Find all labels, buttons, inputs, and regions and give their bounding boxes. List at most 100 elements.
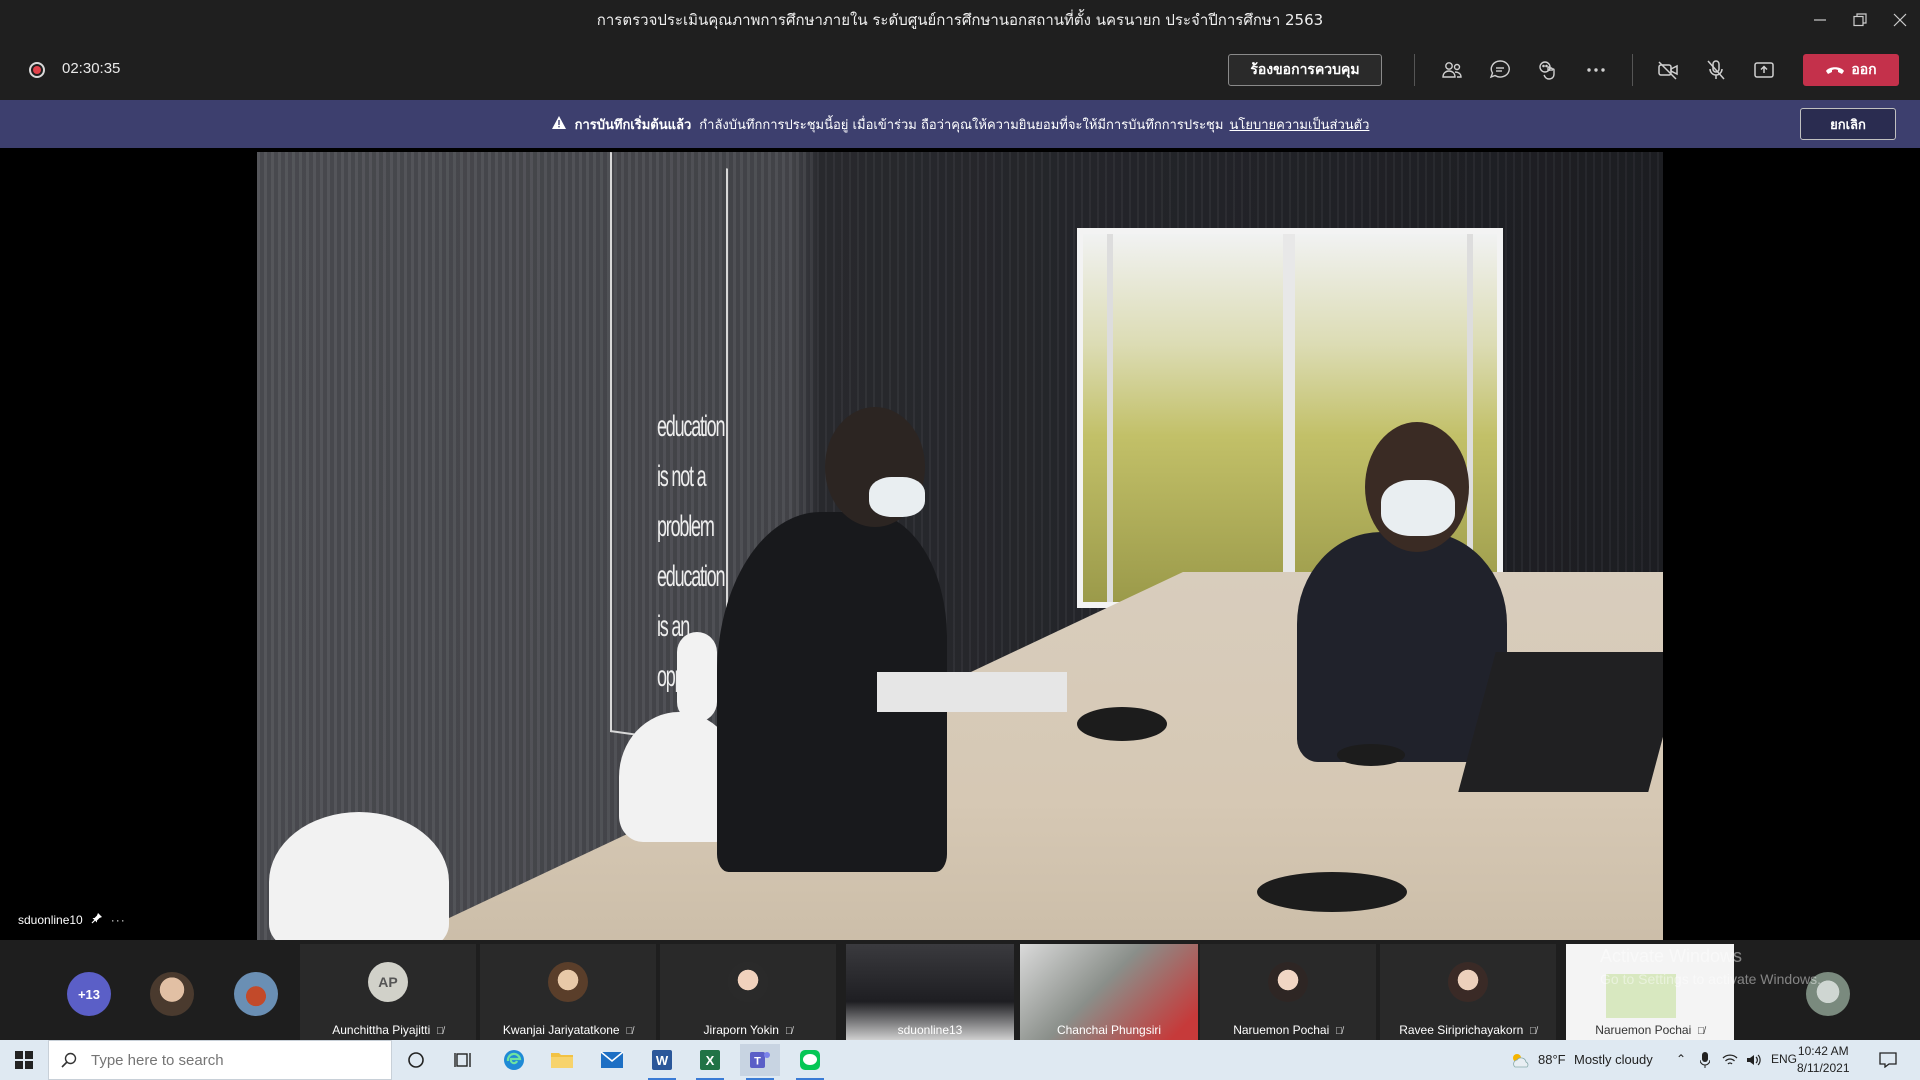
search-input[interactable] [89,1050,373,1070]
participant-name: Aunchittha Piyajitti [332,1023,431,1037]
weather-temp[interactable]: 88°F [1538,1052,1566,1067]
more-icon [1587,68,1605,72]
main-video-feed[interactable]: education is not a problem education is … [257,152,1663,942]
word-icon: W [652,1050,672,1070]
task-view-button[interactable] [444,1044,484,1076]
participant-name: sduonline13 [897,1023,963,1037]
taskbar-edge[interactable] [494,1044,534,1076]
close-button[interactable] [1880,0,1920,40]
chair [269,812,449,942]
folder-icon [551,1053,573,1068]
more-options-icon[interactable]: ··· [111,913,126,927]
show-hidden-icons-chevron-icon[interactable]: ⌃ [1676,1052,1686,1066]
privacy-policy-link[interactable]: นโยบายความเป็นส่วนตัว [1229,114,1369,135]
taskbar-word[interactable]: W [642,1044,682,1080]
clock-time: 10:42 AM [1797,1044,1849,1058]
overflow-participants-button[interactable]: +13 [67,972,111,1016]
avatar[interactable] [234,972,278,1016]
microphone-tray-button[interactable] [1693,1044,1717,1076]
laptop [877,672,1067,712]
banner-message: กำลังบันทึกการประชุมนี้อยู่ เมื่อเข้าร่ว… [699,117,1224,133]
participant-tile[interactable]: AP Aunchittha Piyajitti 🎙̸ [300,944,476,1040]
clock-date: 8/11/2021 [1797,1061,1850,1075]
participant-video-tile[interactable]: Chanchai Phungsiri [1020,944,1198,1040]
raise-hand-icon [1539,61,1555,80]
mic-off-icon: 🎙̸ [1697,1026,1705,1037]
reactions-button[interactable] [1532,56,1564,84]
share-screen-button[interactable] [1748,56,1780,84]
restore-button[interactable] [1840,0,1880,40]
cortana-button[interactable] [396,1044,436,1076]
taskbar-file-explorer[interactable] [542,1044,582,1076]
weather-widget[interactable] [1500,1044,1540,1076]
windows-logo-icon [15,1051,33,1069]
more-actions-button[interactable] [1580,56,1612,84]
speaker-puck [1077,707,1167,741]
participant-name-row: Aunchittha Piyajitti 🎙̸ [300,1023,476,1037]
taskbar-line[interactable] [790,1044,830,1080]
watermark-subtitle: Go to Settings to activate Windows. [1600,971,1821,987]
participant-tile[interactable]: Ravee Siriprichayakorn 🎙̸ [1380,944,1556,1040]
chair [677,632,717,722]
main-video-label: sduonline10 ··· [18,912,126,927]
excel-icon: X [700,1050,720,1070]
share-tray-icon [1754,62,1774,78]
window-controls [1800,0,1920,40]
avatar-initials: AP [368,962,408,1002]
participant-name: Naruemon Pochai [1233,1023,1330,1037]
participant-tile[interactable]: Kwanjai Jariyatatkone 🎙̸ [480,944,656,1040]
start-button[interactable] [0,1040,48,1080]
window-title: การตรวจประเมินคุณภาพการศึกษาภายใน ระดับศ… [596,11,1324,29]
mic-off-icon [1707,60,1725,80]
taskbar-excel[interactable]: X [690,1044,730,1080]
svg-text:W: W [656,1053,669,1068]
speaker-puck [1257,872,1407,912]
camera-toggle-button[interactable] [1652,56,1684,84]
taskbar-clock[interactable]: 10:42 AM 8/11/2021 [1797,1043,1850,1077]
svg-text:T: T [754,1056,761,1068]
participant-name-row: Jiraporn Yokin 🎙̸ [660,1023,836,1037]
video-stage: education is not a problem education is … [0,148,1920,942]
leave-label: ออก [1851,62,1877,78]
pin-icon[interactable] [91,912,103,927]
search-icon [61,1052,77,1068]
svg-text:X: X [706,1053,715,1068]
cortana-icon [408,1052,424,1068]
participant-name-row: Naruemon Pochai 🎙̸ [1566,1023,1734,1037]
taskbar-teams[interactable]: T [740,1044,780,1080]
action-center-button[interactable] [1872,1044,1904,1076]
avatar[interactable] [150,972,194,1016]
recording-banner: การบันทึกเริ่มต้นแล้ว กำลังบันทึกการประช… [0,100,1920,148]
participant-name: Kwanjai Jariyatatkone [502,1023,620,1037]
mic-off-icon: 🎙̸ [784,1026,793,1037]
taskbar-search[interactable] [48,1040,392,1080]
input-language[interactable]: ENG [1771,1052,1797,1066]
participant-name-row: Ravee Siriprichayakorn 🎙̸ [1380,1023,1556,1037]
mic-off-icon: 🎙̸ [1529,1026,1537,1037]
speaker-puck [1337,744,1405,766]
network-tray-button[interactable] [1718,1044,1742,1076]
minimize-button[interactable] [1800,0,1840,40]
weather-desc[interactable]: Mostly cloudy [1574,1052,1653,1067]
face-mask [869,477,925,517]
participant-name: Ravee Siriprichayakorn [1399,1023,1524,1037]
participant-name: Chanchai Phungsiri [1056,1023,1162,1037]
volume-tray-button[interactable] [1742,1044,1766,1076]
participant-tile[interactable]: Naruemon Pochai 🎙̸ [1200,944,1376,1040]
participants-button[interactable] [1436,56,1468,84]
dismiss-banner-button[interactable]: ยกเลิก [1800,108,1896,140]
avatar [548,962,588,1002]
mic-toggle-button[interactable] [1700,56,1732,84]
edge-icon [504,1050,524,1070]
participant-video-tile[interactable]: sduonline13 [846,944,1014,1040]
taskbar-mail[interactable] [592,1044,632,1076]
camera-off-icon [1658,61,1678,80]
leave-button[interactable]: ออก [1803,54,1899,86]
mic-off-icon: 🎙̸ [1335,1026,1343,1037]
watermark-title: Activate Windows [1600,946,1743,966]
toolbar-divider [1414,54,1415,86]
chat-button[interactable] [1484,56,1516,84]
participant-tile[interactable]: Jiraporn Yokin 🎙̸ [660,944,836,1040]
toolbar-divider [1632,54,1633,86]
request-control-button[interactable]: ร้องขอการควบคุม [1228,54,1382,86]
